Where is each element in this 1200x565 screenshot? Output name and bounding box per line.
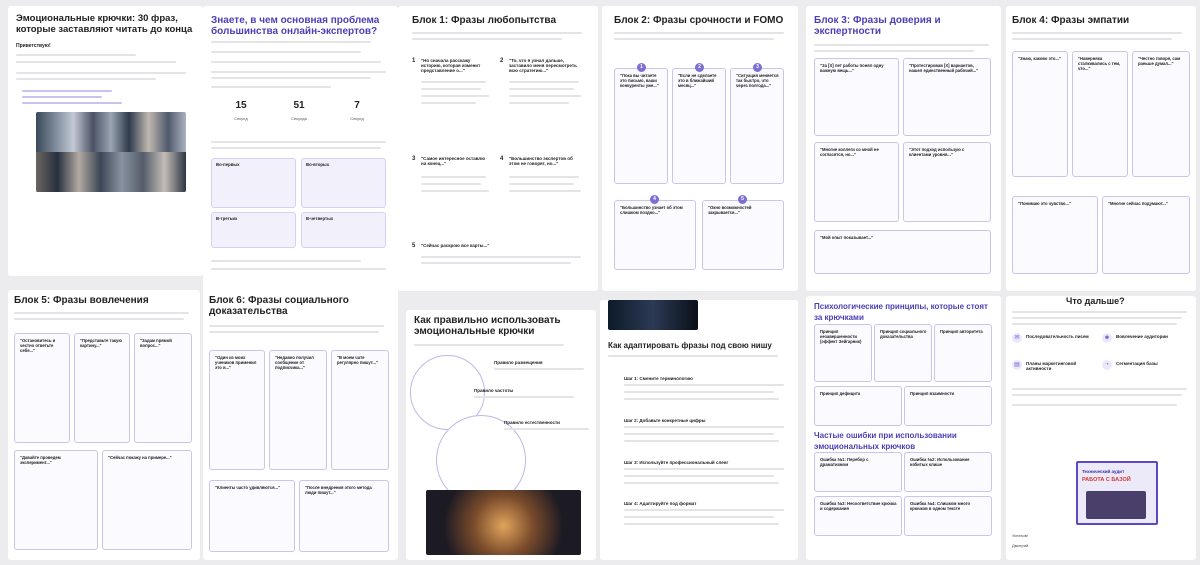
adapt-panel: Как адаптировать фразы под свою нишу Шаг… <box>600 300 798 560</box>
stat-value-3: 7 <box>354 100 360 111</box>
usage-title: Как правильно использовать эмоциональные… <box>414 315 561 337</box>
trust-card-3: "Многие коллеги со мной не согласятся, н… <box>814 142 899 222</box>
rule-3: Правило естественности <box>504 420 560 425</box>
fomo-card-2: "Если не сделаете это в ближайший месяц.… <box>672 68 726 184</box>
block2-panel: Блок 2: Фразы срочности и FOMO "Пока вы … <box>602 6 798 291</box>
social-card-3: "В моем чате регулярно пишут..." <box>331 350 389 470</box>
empathy-card-2: "Наверняка сталкивались с тем, что..." <box>1072 51 1128 177</box>
adapt-step-1: Шаг 1: Смените терминологию <box>624 376 693 381</box>
social-card-2: "Недавно получил сообщение от подписчика… <box>269 350 327 470</box>
adapt-step-3: Шаг 3: Используйте профессиональный слен… <box>624 460 729 465</box>
social-card-5: "После внедрения этого метода люди пишут… <box>299 480 389 552</box>
next-item-2: Вовлечение аудитории <box>1116 334 1168 339</box>
block4-title: Блок 4: Фразы эмпатии <box>1012 15 1130 26</box>
error-card-3: Ошибка №3: Несоответствие крючка и содер… <box>814 496 902 536</box>
promo-image[interactable]: Технический аудит РАБОТА С БАЗОЙ <box>1076 461 1158 525</box>
principle-card-4: Принцип дефицита <box>814 386 902 426</box>
engage-card-2: "Представьте такую картину..." <box>74 333 130 443</box>
block6-title: Блок 6: Фразы социального доказательства <box>209 295 349 317</box>
fomo-card-4: "Большинство узнает об этом слишком позд… <box>614 200 696 270</box>
stat-unit-1: Секунд <box>234 116 248 121</box>
empathy-card-5: "Многие сейчас подумают..." <box>1102 196 1190 274</box>
principle-card-3: Принцип авторитета <box>934 324 992 382</box>
calendar-icon: ▤ <box>1012 360 1022 370</box>
rule-2: Правило частоты <box>474 388 514 393</box>
next-item-4: Сегментация базы <box>1116 361 1158 366</box>
social-card-4: "Клиенты часто удивляются..." <box>209 480 295 552</box>
empathy-card-4: "Понимаю это чувство..." <box>1012 196 1098 274</box>
stat-unit-2: Секунда <box>291 116 307 121</box>
empathy-card-1: "Знаю, каково это..." <box>1012 51 1068 177</box>
problem-title: Знаете, в чем основная проблема большинс… <box>211 15 380 37</box>
psychology-panel: Психологические принципы, которые стоят … <box>806 296 1001 560</box>
usage-panel: Как правильно использовать эмоциональные… <box>406 310 596 560</box>
error-card-4: Ошибка №4: Слишком много крючков в одном… <box>904 496 992 536</box>
reason-card-2: Во-вторых <box>301 158 386 208</box>
block1-item-2: "То, что я узнал дальше, заставило меня … <box>509 58 577 73</box>
reason-card-3: В-третьих <box>211 212 296 248</box>
reason-card-4: В-четвертых <box>301 212 386 248</box>
footer-1: Успехов! <box>1012 533 1028 538</box>
stat-unit-3: Секунд <box>350 116 364 121</box>
block3-panel: Блок 3: Фразы доверия и экспертности "За… <box>806 6 1001 291</box>
block1-item-5: "Сейчас раскрою все карты..." <box>421 243 490 248</box>
block5-panel: Блок 5: Фразы вовлечения "Остановитесь и… <box>8 290 200 560</box>
intro-panel: Эмоциональные крючки: 30 фраз, которые з… <box>8 6 203 276</box>
principle-card-1: Принцип незавершенности (эффект Зейгарни… <box>814 324 872 382</box>
block2-title: Блок 2: Фразы срочности и FOMO <box>614 15 784 26</box>
adapt-title: Как адаптировать фразы под свою нишу <box>608 341 772 350</box>
block1-item-3: "Самое интересное оставлю на конец..." <box>421 156 486 166</box>
header-image <box>608 300 698 330</box>
block1-panel: Блок 1: Фразы любопытства 1 "Но сначала … <box>398 6 598 291</box>
errors-title: Частые ошибки при использовании эмоциона… <box>814 431 957 451</box>
block3-title: Блок 3: Фразы доверия и экспертности <box>814 15 941 37</box>
board: Эмоциональные крючки: 30 фраз, которые з… <box>0 0 1200 565</box>
principle-card-2: Принцип социального доказательства <box>874 324 932 382</box>
fomo-card-5: "Окно возможностей закрывается..." <box>702 200 784 270</box>
trust-card-4: "Этот подход использую с клиентами уровн… <box>903 142 991 222</box>
stat-value-1: 15 <box>235 100 247 111</box>
intro-greeting: Приветствую! <box>16 43 51 49</box>
trust-card-2: "Протестировав [X] вариантов, нашел един… <box>903 58 991 136</box>
trust-card-5: "Мой опыт показывает..." <box>814 230 991 274</box>
next-panel: Что дальше? ✉ Последовательность писем ☻… <box>1006 296 1196 560</box>
error-card-2: Ошибка №2: Использование избитых клише <box>904 452 992 492</box>
trust-card-1: "За [X] лет работы понял одну важную вещ… <box>814 58 899 136</box>
next-title: Что дальше? <box>1066 296 1125 306</box>
adapt-step-2: Шаг 2: Добавьте конкретные цифры <box>624 418 706 423</box>
adapt-step-4: Шаг 4: Адаптируйте под формат <box>624 501 697 506</box>
letter-icon: ✉ <box>1012 333 1022 343</box>
engage-card-1: "Остановитесь и честно ответьте себе..." <box>14 333 70 443</box>
users-icon: ☻ <box>1102 333 1112 343</box>
block6-panel: Блок 6: Фразы социального доказательства… <box>203 290 398 560</box>
problem-panel: Знаете, в чем основная проблема большинс… <box>203 6 398 306</box>
engage-card-3: "Задам прямой вопрос..." <box>134 333 192 443</box>
principle-card-5: Принцип взаимности <box>904 386 992 426</box>
social-card-1: "Один из моих учеников применил это и...… <box>209 350 265 470</box>
block4-panel: Блок 4: Фразы эмпатии "Знаю, каково это.… <box>1006 6 1196 291</box>
intro-title: Эмоциональные крючки: 30 фраз, которые з… <box>16 13 193 35</box>
stat-value-2: 51 <box>293 100 305 111</box>
engage-card-4: "Давайте проведем эксперимент..." <box>14 450 98 550</box>
block5-title: Блок 5: Фразы вовлечения <box>14 295 149 306</box>
laptop-image <box>426 490 581 555</box>
collage-image <box>36 112 186 192</box>
segment-icon: ◔ <box>1102 360 1112 370</box>
empathy-card-3: "Честно говоря, сам раньше думал..." <box>1132 51 1190 177</box>
block1-item-4: "Большинство экспертов об этом не говоря… <box>509 156 573 166</box>
block1-title: Блок 1: Фразы любопытства <box>412 15 557 26</box>
next-item-1: Последовательность писем <box>1026 334 1089 339</box>
rule-1: Правило размещения <box>494 360 543 365</box>
next-item-3: Планы маркетинговой активности <box>1026 361 1077 371</box>
footer-2: Дмитрий <box>1012 543 1029 548</box>
engage-card-5: "Сейчас покажу на примере..." <box>102 450 192 550</box>
fomo-card-1: "Пока вы читаете это письмо, ваши конкур… <box>614 68 668 184</box>
fomo-card-3: "Ситуация меняется так быстро, что через… <box>730 68 784 184</box>
reason-card-1: Во-первых <box>211 158 296 208</box>
error-card-1: Ошибка №1: Перебор с драматизмом <box>814 452 902 492</box>
block1-item-1: "Но сначала расскажу историю, которая из… <box>421 58 481 73</box>
psychology-title: Психологические принципы, которые стоят … <box>814 302 988 322</box>
